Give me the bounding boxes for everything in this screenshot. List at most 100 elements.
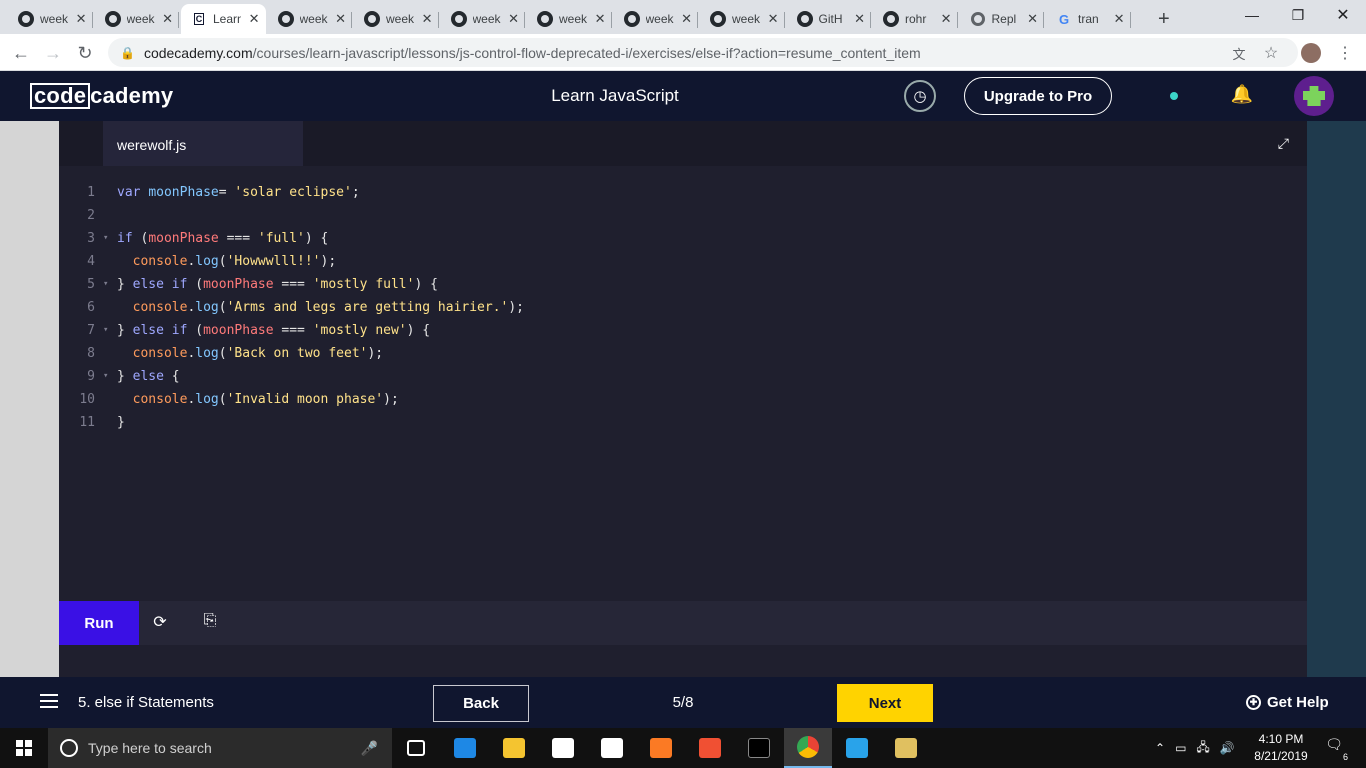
xampp-icon[interactable]: [637, 728, 685, 768]
close-tab-icon[interactable]: ✕: [854, 11, 865, 27]
tab-title: rohr: [905, 12, 927, 26]
code-token: ;: [351, 185, 360, 200]
close-tab-icon[interactable]: ✕: [508, 11, 519, 27]
code-token: 'solar eclipse': [234, 185, 352, 200]
close-tab-icon[interactable]: ✕: [595, 11, 606, 27]
browser-tab[interactable]: week ✕: [268, 4, 352, 34]
close-tab-icon[interactable]: ✕: [422, 11, 433, 27]
code-line[interactable]: 4 console.log('Howwwlll!!');: [59, 250, 1307, 273]
upgrade-to-pro-button[interactable]: Upgrade to Pro: [964, 77, 1112, 115]
code-token: log: [195, 346, 219, 361]
fold-arrow-icon[interactable]: ▾: [103, 227, 108, 250]
github-icon: [623, 11, 640, 27]
volume-icon[interactable]: 🔊: [1220, 741, 1235, 755]
close-tab-icon[interactable]: ✕: [1027, 11, 1038, 27]
file-tab[interactable]: werewolf.js: [103, 121, 303, 166]
browser-tab[interactable]: week ✕: [8, 4, 93, 34]
close-tab-icon[interactable]: ✕: [941, 11, 952, 27]
browser-tab[interactable]: week ✕: [441, 4, 525, 34]
close-tab-icon[interactable]: ✕: [335, 11, 346, 27]
microphone-icon[interactable]: 🎤: [361, 740, 378, 757]
lock-icon: 🔒: [120, 45, 135, 60]
translate-icon[interactable]: 文: [1226, 40, 1252, 66]
browser-tab[interactable]: week ✕: [95, 4, 179, 34]
hamburger-menu-icon[interactable]: [40, 694, 58, 708]
paint-icon[interactable]: [882, 728, 930, 768]
get-help-button[interactable]: ✚ Get Help: [1246, 694, 1329, 711]
windows-start-button[interactable]: [0, 728, 48, 768]
minimize-button[interactable]: —: [1229, 0, 1275, 30]
reset-code-icon[interactable]: ⟳: [149, 612, 171, 634]
lesson-title[interactable]: 5. else if Statements: [78, 694, 214, 711]
copy-codebytes-icon[interactable]: ⎘: [199, 612, 221, 634]
address-bar[interactable]: 🔒 codecademy.com/courses/learn-javascrip…: [108, 38, 1298, 67]
taskbar-search-box[interactable]: Type here to search 🎤: [48, 728, 392, 768]
bell-icon[interactable]: 🔔: [1230, 84, 1254, 108]
mail-icon[interactable]: [588, 728, 636, 768]
expand-icon[interactable]: ⤢: [1278, 135, 1289, 152]
run-button[interactable]: Run: [59, 601, 139, 645]
browser-tab[interactable]: week ✕: [527, 4, 612, 34]
forward-arrow-icon[interactable]: →: [40, 40, 66, 66]
file-explorer-icon[interactable]: [490, 728, 538, 768]
code-line[interactable]: 6 console.log('Arms and legs are getting…: [59, 296, 1307, 319]
code-line[interactable]: 8 console.log('Back on two feet');: [59, 342, 1307, 365]
back-button[interactable]: Back: [433, 685, 529, 722]
browser-menu-icon[interactable]: ⋮: [1332, 40, 1358, 66]
url-host: codecademy.com: [143, 44, 253, 61]
close-tab-icon[interactable]: ✕: [249, 11, 260, 27]
code-line[interactable]: 7 ▾} else if (moonPhase === 'mostly new')…: [59, 319, 1307, 342]
bookmark-star-icon[interactable]: ☆: [1258, 40, 1284, 66]
next-button[interactable]: Next: [837, 684, 933, 722]
back-arrow-icon[interactable]: ←: [8, 40, 34, 66]
code-line[interactable]: 10 console.log('Invalid moon phase');: [59, 388, 1307, 411]
terminal-icon[interactable]: [735, 728, 783, 768]
timer-icon[interactable]: ◷: [904, 80, 936, 112]
taskbar-clock[interactable]: 4:10 PM 8/21/2019: [1248, 731, 1314, 765]
edge-icon[interactable]: [441, 728, 489, 768]
code-line[interactable]: 2: [59, 204, 1307, 227]
close-tab-icon[interactable]: ✕: [162, 11, 173, 27]
code-line[interactable]: 11}: [59, 411, 1307, 434]
chrome-icon[interactable]: [784, 728, 832, 768]
fold-arrow-icon[interactable]: ▾: [103, 365, 108, 388]
tab-title: GitH: [818, 12, 843, 26]
browser-tab[interactable]: week ✕: [614, 4, 698, 34]
code-area[interactable]: 1 var moonPhase= 'solar eclipse'; 2 3 ▾ if (m…: [59, 181, 1307, 434]
user-avatar[interactable]: [1294, 76, 1334, 116]
code-line[interactable]: 1 var moonPhase= 'solar eclipse';: [59, 181, 1307, 204]
browser-tab[interactable]: week ✕: [700, 4, 785, 34]
reload-icon[interactable]: ↻: [72, 40, 98, 66]
close-tab-icon[interactable]: ✕: [768, 11, 779, 27]
code-line[interactable]: 5 ▾} else if (moonPhase === 'mostly full'…: [59, 273, 1307, 296]
tab-title: week: [126, 12, 155, 26]
browser-tab[interactable]: Repl ✕: [960, 4, 1044, 34]
close-tab-icon[interactable]: ✕: [1114, 11, 1125, 27]
close-tab-icon[interactable]: ✕: [76, 11, 87, 27]
maximize-button[interactable]: ❐: [1275, 0, 1321, 30]
new-tab-button[interactable]: +: [1150, 4, 1180, 34]
close-tab-icon[interactable]: ✕: [681, 11, 692, 27]
vscode-icon[interactable]: [833, 728, 881, 768]
battery-icon[interactable]: ▭: [1175, 741, 1186, 755]
fold-arrow-icon[interactable]: ▾: [103, 319, 108, 342]
browser-tab[interactable]: GitH ✕: [787, 4, 871, 34]
code-line[interactable]: 9 ▾} else {: [59, 365, 1307, 388]
browser-tab[interactable]: week ✕: [354, 4, 439, 34]
network-icon[interactable]: 🖧: [1196, 738, 1209, 759]
code-line[interactable]: 3 ▾ if (moonPhase === 'full') {: [59, 227, 1307, 250]
browser-tab[interactable]: rohr ✕: [873, 4, 958, 34]
notification-center-icon[interactable]: 🗨 6: [1322, 736, 1348, 762]
git-icon[interactable]: [686, 728, 734, 768]
code-token: moonPhase: [203, 277, 274, 292]
store-icon[interactable]: [539, 728, 587, 768]
browser-tab[interactable]: C Learn ✕: [181, 4, 266, 34]
close-window-button[interactable]: ✕: [1320, 0, 1366, 30]
browser-tab[interactable]: Gtran ✕: [1046, 4, 1131, 34]
fold-arrow-icon[interactable]: ▾: [103, 273, 108, 296]
chevron-up-icon[interactable]: ⌃: [1155, 741, 1165, 755]
task-view-icon[interactable]: [392, 728, 440, 768]
profile-avatar[interactable]: [1298, 40, 1324, 66]
code-token: =: [218, 185, 235, 200]
